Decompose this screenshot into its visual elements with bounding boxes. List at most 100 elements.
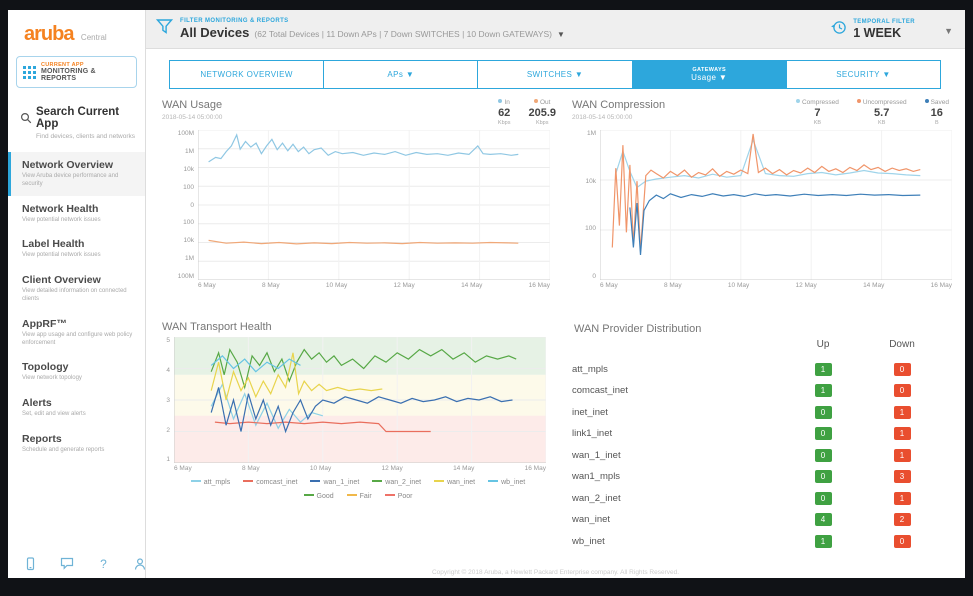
legend-value: 205.9 bbox=[528, 107, 556, 119]
y-axis-labels: 100M1M10k100010010k1M100M bbox=[156, 130, 198, 280]
y-tick: 0 bbox=[156, 202, 194, 209]
main-area: FILTER MONITORING & REPORTS All Devices … bbox=[146, 10, 965, 578]
x-tick: 14 May bbox=[453, 465, 474, 472]
up-count-badge: 0 bbox=[815, 470, 832, 483]
sidebar-item-title: Alerts bbox=[22, 397, 137, 409]
aruba-central-logo[interactable]: aruba Central bbox=[8, 10, 145, 50]
band-fair bbox=[174, 375, 546, 416]
legend-att_mpls: att_mpls bbox=[191, 479, 230, 486]
legend-dash bbox=[310, 480, 320, 482]
y-axis-labels: 54321 bbox=[156, 337, 174, 463]
wan-compression-plot bbox=[600, 130, 952, 280]
sidebar-item-network-health[interactable]: Network HealthView potential network iss… bbox=[8, 196, 145, 232]
wan-compression-chart bbox=[600, 130, 952, 280]
tab-security[interactable]: SECURITY ▼ bbox=[786, 60, 941, 89]
sidebar: aruba Central CURRENT APP MONITORING & R… bbox=[8, 10, 146, 578]
chart-title: WAN Transport Health bbox=[162, 321, 272, 333]
band-poor bbox=[174, 416, 546, 463]
sidebar-item-apprf[interactable]: AppRF™ View app usage and configure web p… bbox=[8, 311, 145, 355]
legend-dash bbox=[372, 480, 382, 482]
x-tick: 14 May bbox=[863, 282, 884, 289]
column-header-up: Up bbox=[787, 339, 859, 358]
wan-compression-heading: WAN Compression 2018-05-14 05:00:00 bbox=[572, 99, 665, 121]
up-count-badge: 1 bbox=[815, 363, 832, 376]
app-window: aruba Central CURRENT APP MONITORING & R… bbox=[8, 10, 965, 578]
tab-gateways[interactable]: GATEWAYSUsage ▼ bbox=[632, 60, 787, 89]
sidebar-nav: Network OverviewView Aruba device perfor… bbox=[8, 152, 145, 462]
y-tick: 100M bbox=[156, 273, 194, 280]
x-tick: 10 May bbox=[310, 465, 331, 472]
mobile-icon[interactable] bbox=[24, 557, 37, 571]
legend-good: Good bbox=[304, 493, 334, 500]
x-tick: 6 May bbox=[600, 282, 618, 289]
sidebar-item-label-health[interactable]: Label Health View potential network issue… bbox=[8, 231, 145, 267]
y-tick: 3 bbox=[156, 397, 170, 404]
filter-caret-icon[interactable]: ▼ bbox=[557, 30, 565, 39]
up-count-badge: 0 bbox=[815, 449, 832, 462]
wan-transport-health-card: WAN Transport Health 54321 6 May8 May10 … bbox=[156, 319, 560, 578]
tab-switches[interactable]: SWITCHES ▼ bbox=[477, 60, 632, 89]
legend-unit: KB bbox=[796, 120, 839, 126]
down-count-badge: 1 bbox=[894, 406, 911, 419]
legend-dash bbox=[347, 494, 357, 496]
legend-dash bbox=[385, 494, 395, 496]
legend-compressed: Compressed7KB bbox=[796, 99, 839, 126]
sidebar-item-title: Network Overview bbox=[22, 159, 137, 171]
tab-aps[interactable]: APs ▼ bbox=[323, 60, 478, 89]
chart-timestamp: 2018-05-14 05:00:00 bbox=[162, 114, 222, 121]
device-filter[interactable]: FILTER MONITORING & REPORTS All Devices … bbox=[156, 18, 823, 40]
y-tick: 5 bbox=[156, 337, 170, 344]
sidebar-item-alerts[interactable]: AlertsSet, edit and view alerts bbox=[8, 390, 145, 426]
tab-network-overview[interactable]: NETWORK OVERVIEW bbox=[169, 60, 324, 89]
current-app-button[interactable]: CURRENT APP MONITORING & REPORTS bbox=[16, 56, 137, 88]
chart-timestamp: 2018-05-14 05:00:00 bbox=[572, 114, 665, 121]
sidebar-item-title: Label Health bbox=[22, 238, 137, 250]
chart-title: WAN Compression bbox=[572, 99, 665, 111]
temporal-filter[interactable]: TEMPORAL FILTER 1 WEEK bbox=[831, 19, 915, 40]
x-tick: 6 May bbox=[174, 465, 192, 472]
filter-text: FILTER MONITORING & REPORTS All Devices … bbox=[180, 18, 565, 40]
filter-value: All Devices bbox=[180, 25, 249, 40]
provider-name: wan1_mpls bbox=[572, 466, 787, 488]
sidebar-item-network-overview[interactable]: Network OverviewView Aruba device perfor… bbox=[8, 152, 145, 196]
sidebar-item-desc: View app usage and configure web policy … bbox=[22, 332, 137, 348]
sidebar-item-reports[interactable]: ReportsSchedule and generate reports bbox=[8, 426, 145, 462]
feedback-icon[interactable] bbox=[60, 557, 74, 571]
x-tick: 16 May bbox=[525, 465, 546, 472]
x-tick: 10 May bbox=[326, 282, 347, 289]
legend-dot bbox=[857, 99, 861, 103]
y-tick: 10k bbox=[156, 237, 194, 244]
filter-label: FILTER MONITORING & REPORTS bbox=[180, 18, 565, 24]
column-header-down: Down bbox=[859, 339, 945, 358]
y-tick: 1 bbox=[156, 456, 170, 463]
transport-quality-legend: GoodFairPoor bbox=[156, 493, 560, 500]
wan-usage-card: WAN Usage 2018-05-14 05:00:00 In62KbpsOu… bbox=[156, 97, 560, 315]
sidebar-item-title: Network Health bbox=[22, 203, 137, 215]
help-icon[interactable]: ? bbox=[97, 557, 110, 571]
top-bar: FILTER MONITORING & REPORTS All Devices … bbox=[146, 10, 965, 49]
temporal-caret-icon[interactable]: ▼ bbox=[944, 26, 953, 36]
y-tick: 1M bbox=[566, 130, 596, 137]
legend-poor: Poor bbox=[385, 493, 413, 500]
search-current-app[interactable]: Search Current App Find devices, clients… bbox=[8, 90, 145, 140]
up-count-badge: 0 bbox=[815, 406, 832, 419]
legend-value: 62 bbox=[498, 107, 511, 119]
user-icon[interactable] bbox=[133, 557, 147, 571]
sidebar-item-topology[interactable]: TopologyView network topology bbox=[8, 354, 145, 390]
legend-in: In62Kbps bbox=[498, 99, 511, 126]
current-app-name: MONITORING & REPORTS bbox=[41, 68, 130, 82]
sidebar-item-desc: View potential network issues bbox=[22, 252, 137, 260]
sidebar-item-title: AppRF™ bbox=[22, 318, 137, 330]
y-tick: 10k bbox=[156, 166, 194, 173]
legend-name: Compressed bbox=[796, 99, 839, 106]
y-tick: 1M bbox=[156, 148, 194, 155]
y-tick: 10k bbox=[566, 178, 596, 185]
sidebar-item-client-overview[interactable]: Client OverviewView detailed information… bbox=[8, 267, 145, 311]
wan-compression-card: WAN Compression 2018-05-14 05:00:00 Comp… bbox=[566, 97, 953, 315]
legend-wan_2_inet: wan_2_inet bbox=[372, 479, 421, 486]
sidebar-item-title: Reports bbox=[22, 433, 137, 445]
x-tick: 14 May bbox=[461, 282, 482, 289]
search-hint: Find devices, clients and networks bbox=[36, 133, 135, 140]
x-tick: 10 May bbox=[728, 282, 749, 289]
provider-name: wan_inet bbox=[572, 509, 787, 531]
